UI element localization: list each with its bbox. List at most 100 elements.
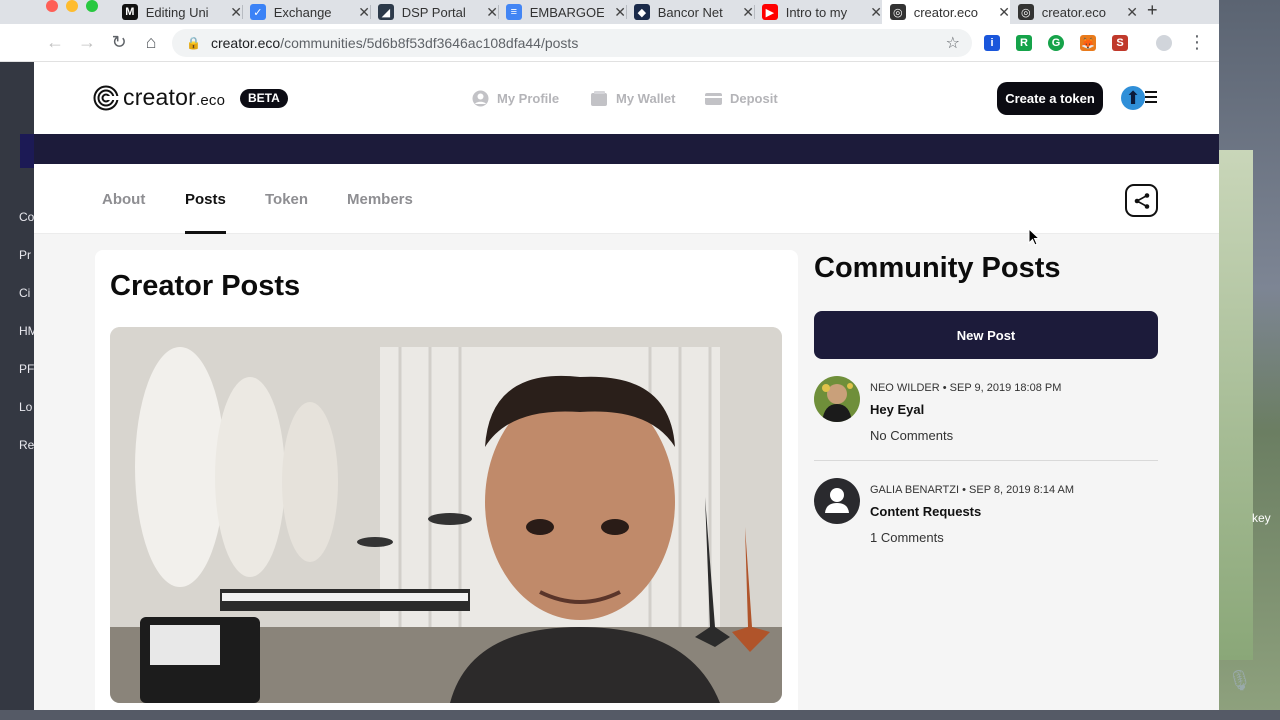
creator-logo-icon[interactable] xyxy=(93,85,119,111)
browser-window: M Editing Uni ✕ ✓ Exchange ✕ ◢ DSP Portal ✕ ≡ EMBA… xyxy=(0,0,1219,710)
browser-tab[interactable]: M Editing Uni ✕ xyxy=(114,0,242,24)
browser-toolbar: ← → ↻ ⌂ 🔒 creator.eco/communities/5d6b8f… xyxy=(0,24,1219,62)
address-bar[interactable]: 🔒 creator.eco/communities/5d6b8f53df3646… xyxy=(172,29,972,57)
tab-favicon-icon: ◎ xyxy=(1018,4,1034,20)
tab-favicon-icon: ✓ xyxy=(250,4,266,20)
community-post[interactable]: NEO WILDER • SEP 9, 2019 18:08 PM Hey Ey… xyxy=(814,376,1158,446)
home-icon[interactable]: ⌂ xyxy=(140,32,162,53)
tab-label: Bancor Net xyxy=(657,4,723,20)
nav-deposit[interactable]: Deposit xyxy=(705,90,778,107)
close-icon[interactable]: ✕ xyxy=(486,4,498,21)
browser-tab[interactable]: ≡ EMBARGOE ✕ xyxy=(498,0,626,24)
extension-s-icon[interactable]: S xyxy=(1112,35,1128,51)
close-icon[interactable]: ✕ xyxy=(230,4,242,21)
tab-members[interactable]: Members xyxy=(347,191,413,208)
credit-card-icon xyxy=(705,90,722,107)
share-icon xyxy=(1134,192,1149,209)
mouse-cursor-icon xyxy=(1028,228,1040,246)
url-text: creator.eco/communities/5d6b8f53df3646ac… xyxy=(210,35,579,51)
tab-label: creator.eco xyxy=(1041,4,1107,20)
reload-icon[interactable]: ↻ xyxy=(108,32,130,53)
close-icon[interactable]: ✕ xyxy=(742,4,754,21)
browser-tab[interactable]: ◎ creator.eco ✕ xyxy=(1010,0,1138,24)
tab-favicon-icon: M xyxy=(122,4,138,20)
wallet-icon xyxy=(591,90,608,107)
browser-tab[interactable]: ◆ Bancor Net ✕ xyxy=(626,0,754,24)
browser-tab[interactable]: ▶ Intro to my ✕ xyxy=(754,0,882,24)
browser-tab[interactable]: ✓ Exchange ✕ xyxy=(242,0,370,24)
extension-r-icon[interactable]: R xyxy=(1016,35,1032,51)
tab-label: Intro to my xyxy=(785,4,848,20)
tab-about[interactable]: About xyxy=(102,191,145,208)
tab-favicon-icon: ◆ xyxy=(634,4,650,20)
beta-badge: BETA xyxy=(240,89,288,108)
tab-label: Editing Uni xyxy=(145,4,209,20)
profile-avatar-icon[interactable] xyxy=(1156,35,1172,51)
post-divider xyxy=(814,460,1158,461)
avatar[interactable] xyxy=(814,478,860,524)
creator-posts-title: Creator Posts xyxy=(110,270,301,302)
desktop-text: key xyxy=(1252,511,1271,525)
minimize-window-button[interactable] xyxy=(66,0,78,12)
post-title[interactable]: Hey Eyal xyxy=(870,402,924,417)
browser-tab[interactable]: ◎ creator.eco ✕ xyxy=(882,0,1010,24)
lock-icon: 🔒 xyxy=(186,36,201,50)
metamask-icon[interactable]: 🦊 xyxy=(1080,35,1096,51)
web-page: creator.eco BETA My Profile My Wallet De… xyxy=(34,62,1219,710)
close-icon[interactable]: ✕ xyxy=(998,4,1010,21)
post-meta: GALIA BENARTZI • SEP 8, 2019 8:14 AM xyxy=(870,484,1075,496)
create-token-button[interactable]: Create a token xyxy=(997,82,1103,115)
default-user-icon xyxy=(814,478,860,524)
close-icon[interactable]: ✕ xyxy=(870,4,882,21)
tab-label: creator.eco xyxy=(913,4,979,20)
grammarly-icon[interactable]: G xyxy=(1048,35,1064,51)
active-tab-indicator xyxy=(185,231,226,234)
post-comments-count[interactable]: No Comments xyxy=(870,428,953,443)
site-header: creator.eco BETA My Profile My Wallet De… xyxy=(34,62,1219,134)
community-tabs: About Posts Token Members xyxy=(34,164,1219,234)
microphone-icon: 🎙 xyxy=(1227,670,1253,692)
close-icon[interactable]: ✕ xyxy=(358,4,370,21)
close-icon[interactable]: ✕ xyxy=(1126,4,1138,21)
close-icon[interactable]: ✕ xyxy=(614,4,626,21)
chrome-menu-icon[interactable]: ⋮ xyxy=(1186,32,1208,53)
nav-my-profile[interactable]: My Profile xyxy=(472,90,559,107)
post-comments-count[interactable]: 1 Comments xyxy=(870,530,944,545)
post-meta: NEO WILDER • SEP 9, 2019 18:08 PM xyxy=(870,382,1062,394)
post-title[interactable]: Content Requests xyxy=(870,504,981,519)
tab-favicon-icon: ▶ xyxy=(762,4,778,20)
new-tab-button[interactable]: + xyxy=(1147,0,1158,21)
new-post-button[interactable]: New Post xyxy=(814,311,1158,359)
hamburger-menu-icon[interactable] xyxy=(1145,91,1157,103)
back-arrow-icon[interactable]: ← xyxy=(44,32,66,53)
video-player[interactable] xyxy=(110,327,782,703)
tab-favicon-icon: ≡ xyxy=(506,4,522,20)
desktop-right-panel: key 🎙 xyxy=(1219,0,1280,720)
tab-posts[interactable]: Posts xyxy=(185,191,226,208)
community-posts-title: Community Posts xyxy=(814,252,1061,284)
tab-label: EMBARGOE xyxy=(529,4,605,20)
tab-label: DSP Portal xyxy=(401,4,466,20)
share-button[interactable] xyxy=(1125,184,1158,217)
creator-posts-card: Creator Posts xyxy=(95,250,798,710)
tab-token[interactable]: Token xyxy=(265,191,308,208)
tab-strip: M Editing Uni ✕ ✓ Exchange ✕ ◢ DSP Portal ✕ ≡ EMBA… xyxy=(0,0,1219,24)
tab-favicon-icon: ◎ xyxy=(890,4,906,20)
close-window-button[interactable] xyxy=(46,0,58,12)
nav-my-wallet[interactable]: My Wallet xyxy=(591,90,675,107)
extension-info-icon[interactable]: i xyxy=(984,35,1000,51)
forward-arrow-icon[interactable]: → xyxy=(76,32,98,53)
upload-arrow-icon[interactable]: ⬆ xyxy=(1121,86,1145,110)
dock xyxy=(0,710,1280,720)
tab-favicon-icon: ◢ xyxy=(378,4,394,20)
tab-label: Exchange xyxy=(273,4,332,20)
bookmark-star-icon[interactable]: ☆ xyxy=(946,33,960,53)
avatar[interactable] xyxy=(814,376,860,422)
community-banner xyxy=(34,134,1219,164)
browser-tab[interactable]: ◢ DSP Portal ✕ xyxy=(370,0,498,24)
video-frame xyxy=(110,327,782,703)
maximize-window-button[interactable] xyxy=(86,0,98,12)
site-logo-text[interactable]: creator.eco xyxy=(123,84,225,111)
user-circle-icon xyxy=(472,90,489,107)
community-post[interactable]: GALIA BENARTZI • SEP 8, 2019 8:14 AM Con… xyxy=(814,478,1158,548)
